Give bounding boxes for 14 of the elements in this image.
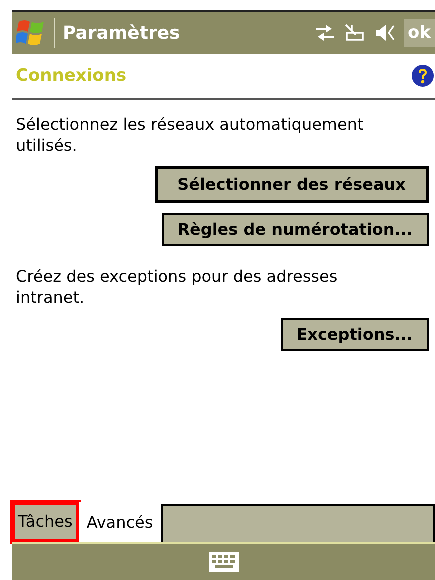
- speaker-icon[interactable]: [374, 23, 396, 43]
- action-button[interactable]: Sélectionner des réseaux: [154, 166, 429, 203]
- windows-logo-icon[interactable]: [16, 18, 46, 48]
- action-button[interactable]: Exceptions...: [280, 318, 429, 351]
- page-title: Connexions: [16, 66, 127, 86]
- help-icon[interactable]: [411, 64, 435, 88]
- phone-off-icon[interactable]: [344, 23, 366, 43]
- window-title: Paramètres: [63, 22, 182, 44]
- action-button[interactable]: Règles de numérotation...: [162, 213, 429, 246]
- description-text: Sélectionnez les réseaux automatiquement utilisés.: [16, 114, 365, 156]
- connectivity-arrows-icon[interactable]: [314, 23, 336, 43]
- description-text: Créez des exceptions pour des adresses intranet.: [16, 266, 339, 308]
- tab[interactable]: Tâches: [12, 502, 79, 542]
- keyboard-icon[interactable]: [208, 552, 238, 572]
